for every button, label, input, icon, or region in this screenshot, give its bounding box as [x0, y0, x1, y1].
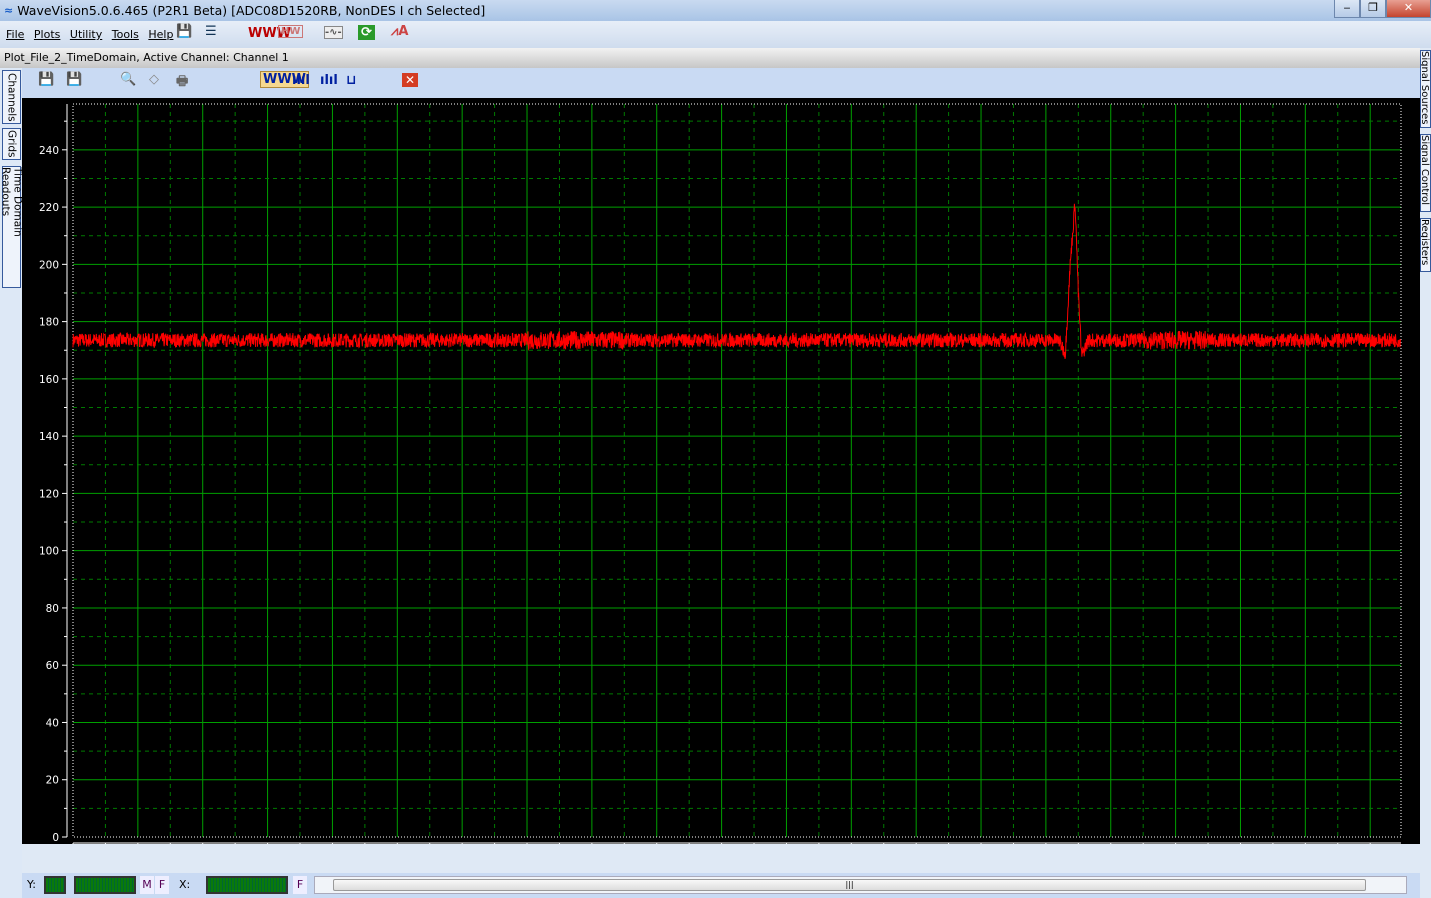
load-plot-icon[interactable]: 💾	[66, 72, 82, 87]
print-icon[interactable]: 🖶	[176, 72, 188, 94]
y-tick-label: 100	[39, 546, 59, 558]
tab-signal-sources[interactable]: Signal Sources	[1420, 50, 1431, 128]
y-tick-label: 80	[46, 603, 59, 615]
save-icon[interactable]: 💾	[176, 24, 192, 39]
y-offset-slider[interactable]	[74, 876, 136, 894]
y-tick-label: 140	[39, 431, 59, 443]
app-icon: ≈	[4, 4, 14, 17]
y-label: Y:	[27, 878, 36, 891]
eraser-icon[interactable]: ◇	[149, 72, 159, 87]
y-tick-label: 0	[52, 832, 59, 844]
load-data-icon[interactable]: ☰	[205, 24, 217, 39]
time-domain-plot[interactable]: 02004006008001,0001,2001,4001,6001,8002,…	[22, 98, 1420, 844]
menu-file[interactable]: File	[6, 28, 24, 41]
close-plot-icon[interactable]: ✕	[402, 73, 419, 87]
y-f-button[interactable]: F	[155, 876, 169, 894]
y-scale-slider[interactable]	[44, 876, 66, 894]
plot-toolbar: 💾 💾 🔍 ◇ 🖶 WWW ılıl ılıl ⊔ ✕	[22, 68, 1420, 98]
close-button[interactable]: ✕	[1386, 0, 1431, 18]
zoom-reset-icon[interactable]: 🔍	[120, 72, 136, 87]
y-m-button[interactable]: M	[140, 876, 154, 894]
y-tick-label: 120	[39, 488, 59, 500]
tab-grids[interactable]: Grids	[2, 128, 21, 160]
y-tick-label: 240	[39, 145, 59, 157]
y-tick-label: 20	[46, 775, 59, 787]
x-scale-slider[interactable]	[206, 876, 288, 894]
y-tick-label: 220	[39, 202, 59, 214]
left-tabs: Channels Grids Time Domain Readouts	[0, 68, 24, 898]
analyze-icon[interactable]: ⩘A	[391, 24, 408, 39]
tab-signal-control[interactable]: Signal Control	[1420, 134, 1431, 212]
tab-registers[interactable]: Registers	[1420, 218, 1431, 272]
y-tick-label: 40	[46, 717, 59, 729]
y-tick-label: 180	[39, 317, 59, 329]
status-bar: Y: M F X: F |||	[22, 873, 1420, 898]
x-f-button[interactable]: F	[293, 876, 307, 894]
y-tick-label: 160	[39, 374, 59, 386]
save-plot-icon[interactable]: 💾	[38, 72, 54, 87]
plot-background	[22, 98, 1420, 844]
horizontal-scrollbar[interactable]: |||	[314, 876, 1407, 894]
menu-bar: File Plots Utility Tools Help 💾 ☰ WWW HW…	[0, 21, 1431, 48]
menu-tools[interactable]: Tools	[112, 28, 139, 41]
fft-average-icon[interactable]: ılıl	[320, 73, 338, 88]
y-tick-label: 200	[39, 259, 59, 271]
window-title: WaveVision5.0.6.465 (P2R1 Beta) [ADC08D1…	[17, 3, 486, 18]
y-tick-label: 60	[46, 660, 59, 672]
tab-time-domain-readouts[interactable]: Time Domain Readouts	[0, 166, 24, 288]
maximize-button[interactable]: ❐	[1360, 0, 1386, 18]
minimize-button[interactable]: ‒	[1334, 0, 1360, 18]
menu-plots[interactable]: Plots	[34, 28, 60, 41]
plot-info: Plot_File_2_TimeDomain, Active Channel: …	[0, 48, 1420, 68]
scrollbar-thumb[interactable]: |||	[333, 879, 1366, 891]
tab-channels[interactable]: Channels	[2, 70, 21, 124]
hw-icon[interactable]: HW	[278, 25, 304, 38]
fft-icon[interactable]: ılıl	[292, 73, 310, 88]
menu-help[interactable]: Help	[148, 28, 173, 41]
histogram-icon[interactable]: ⊔	[346, 73, 356, 88]
x-label: X:	[179, 878, 191, 891]
title-bar: ≈ WaveVision5.0.6.465 (P2R1 Beta) [ADC08…	[0, 0, 1431, 21]
refresh-icon[interactable]: ⟳	[358, 25, 375, 40]
signal-icon[interactable]: -∿-	[324, 26, 343, 39]
menu-utility[interactable]: Utility	[70, 28, 102, 41]
